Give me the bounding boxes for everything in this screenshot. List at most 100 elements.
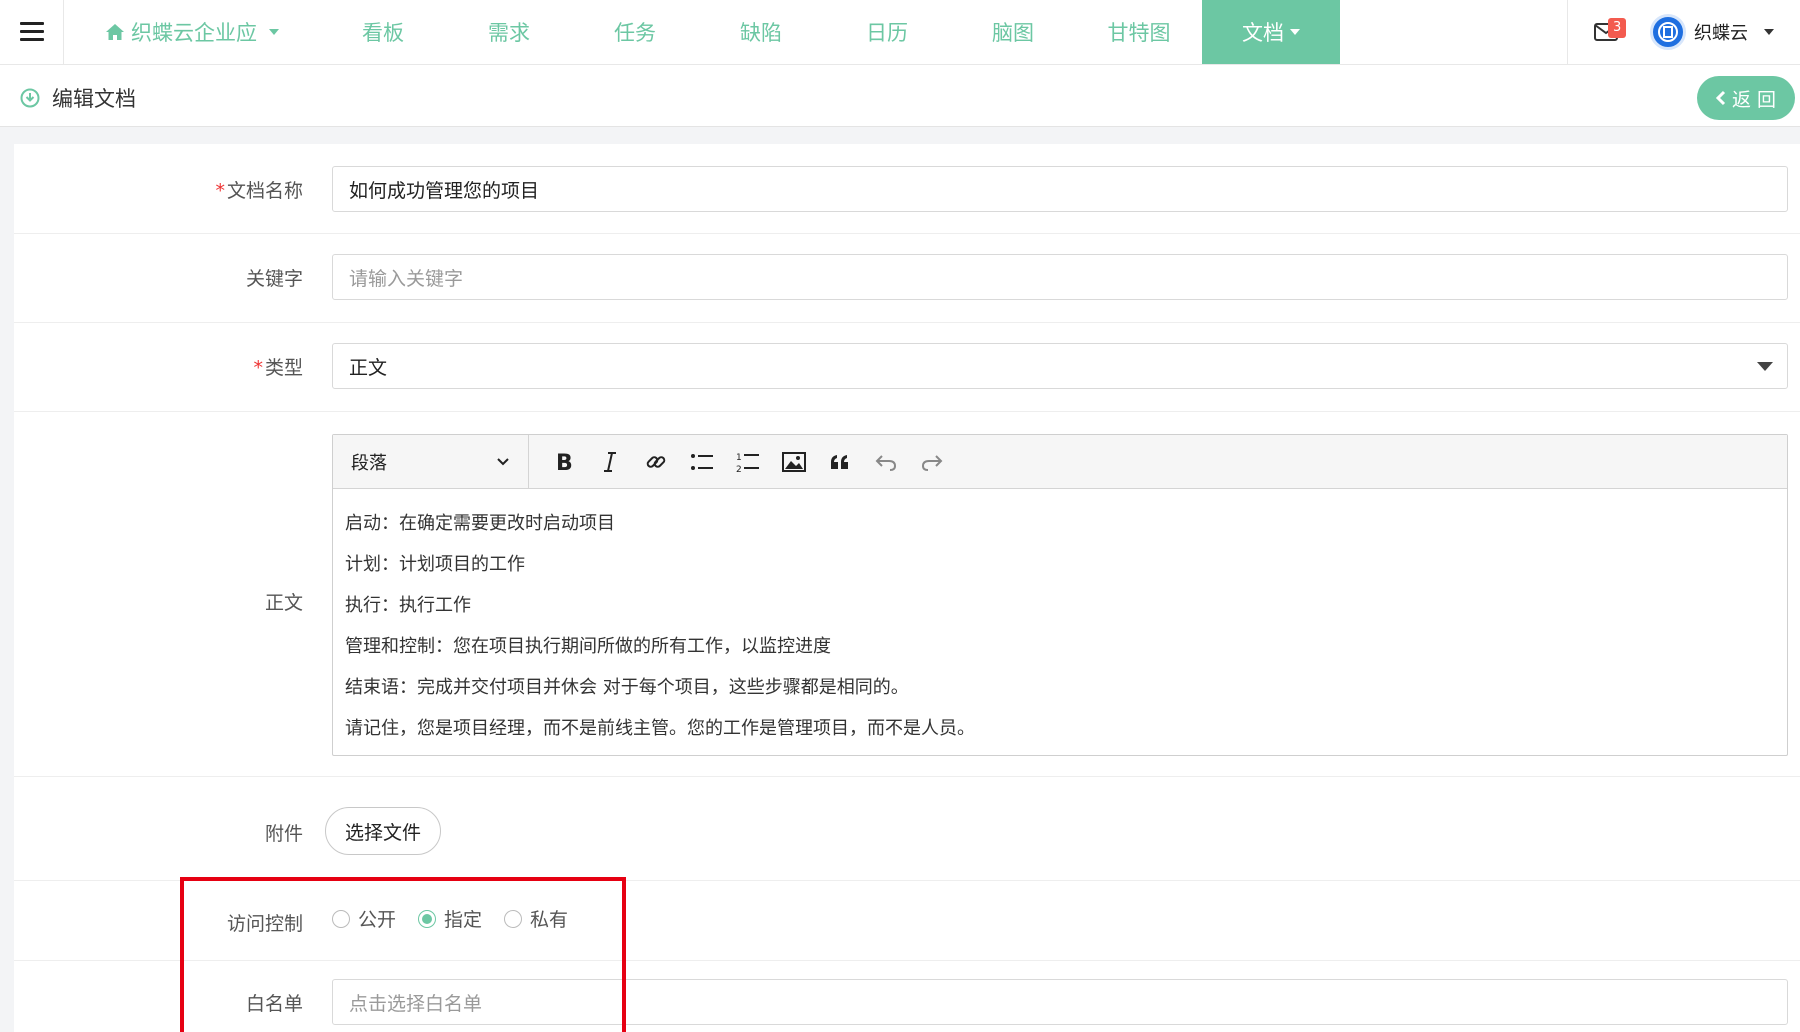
body-label: 正文 <box>264 592 303 614</box>
editor-paragraph: 请记住，您是项目经理，而不是前线主管。您的工作是管理项目，而不是人员。 <box>345 718 975 739</box>
editor-paragraph: 执行：执行工作 <box>345 595 471 616</box>
nav-item-requirements[interactable]: 需求 <box>446 0 572 64</box>
whitelist-label: 白名单 <box>245 993 303 1015</box>
hamburger-icon <box>19 22 44 42</box>
name-label: * 文档名称 <box>215 176 303 203</box>
nav-item-kanban[interactable]: 看板 <box>320 0 446 64</box>
paragraph-format-value: 段落 <box>351 452 387 474</box>
chevron-left-icon <box>1715 90 1726 106</box>
image-icon <box>782 451 806 472</box>
access-option-specified[interactable]: 指定 <box>418 905 482 932</box>
messages-button[interactable]: 3 <box>1586 12 1627 52</box>
radio-button-selected[interactable] <box>418 909 437 928</box>
form-row-access: 访问控制 公开 指定 私有 <box>14 881 1800 961</box>
page-title-text: 编辑文档 <box>52 87 136 111</box>
editor-content[interactable]: 启动：在确定需要更改时启动项目 计划：计划项目的工作 执行：执行工作 管理和控制… <box>333 489 1787 763</box>
form-row-keywords: 关键字 请输入关键字 <box>14 234 1800 323</box>
whitelist-input[interactable]: 点击选择白名单 <box>332 979 1788 1025</box>
name-label-text: 文档名称 <box>226 180 303 202</box>
bold-button[interactable]: B <box>541 442 587 482</box>
main-nav: 织蝶云企业应 看板 需求 任务 缺陷 日历 脑图 甘特图 文档 <box>64 0 1340 64</box>
chevron-down-icon <box>1764 29 1774 35</box>
nav-item-tasks[interactable]: 任务 <box>572 0 698 64</box>
quote-icon <box>831 454 848 469</box>
brand-label: 织蝶云企业应 <box>131 21 257 45</box>
nav-right: 3 织蝶云 <box>1567 0 1800 64</box>
page-header: 编辑文档 返 回 <box>0 65 1800 127</box>
rich-text-editor: 段落 B 12 启动：在确定需要更改时启动项目 计划：计划项目的工作 执行：执行… <box>332 434 1788 756</box>
access-radio-group: 公开 指定 私有 <box>332 905 568 932</box>
form-row-type: * 类型 正文 <box>14 323 1800 412</box>
type-select-value: 正文 <box>349 356 388 379</box>
nav-item-defects[interactable]: 缺陷 <box>698 0 824 64</box>
edit-document-form: * 文档名称 如何成功管理您的项目 关键字 请输入关键字 * 类型 正文 正文 段落… <box>14 144 1800 1032</box>
editor-paragraph: 管理和控制：您在项目执行期间所做的所有工作，以监控进度 <box>345 636 831 657</box>
access-option-label: 私有 <box>530 909 569 931</box>
radio-button[interactable] <box>332 909 350 928</box>
nav-item-documents[interactable]: 文档 <box>1202 0 1340 64</box>
nav-item-gantt[interactable]: 甘特图 <box>1076 0 1202 64</box>
keywords-input[interactable]: 请输入关键字 <box>332 254 1788 300</box>
access-option-label: 指定 <box>444 909 483 931</box>
numbered-list-button[interactable]: 12 <box>725 442 771 482</box>
numbered-list-icon: 12 <box>736 453 759 473</box>
home-icon <box>106 24 124 40</box>
chevron-down-icon <box>269 29 279 35</box>
back-button[interactable]: 返 回 <box>1697 76 1795 120</box>
link-button[interactable] <box>633 442 679 482</box>
form-row-whitelist: 白名单 点击选择白名单 <box>14 961 1800 1032</box>
download-circle-icon <box>20 88 40 108</box>
redo-icon <box>921 454 943 471</box>
form-row-attachment: 附件 选择文件 <box>14 777 1800 881</box>
keywords-label: 关键字 <box>245 268 303 290</box>
nav-item-mindmap[interactable]: 脑图 <box>950 0 1076 64</box>
bulleted-list-button[interactable] <box>679 442 725 482</box>
svg-text:2: 2 <box>736 465 742 473</box>
radio-button[interactable] <box>504 909 523 928</box>
redo-button[interactable] <box>909 442 955 482</box>
bold-icon: B <box>556 451 573 473</box>
editor-paragraph: 启动：在确定需要更改时启动项目 <box>345 513 615 534</box>
undo-button[interactable] <box>863 442 909 482</box>
nav-documents-label: 文档 <box>1242 21 1284 45</box>
required-mark: * <box>215 180 225 202</box>
user-menu[interactable]: 织蝶云 <box>1650 14 1774 50</box>
type-select[interactable]: 正文 <box>332 343 1788 389</box>
document-name-input[interactable]: 如何成功管理您的项目 <box>332 166 1788 212</box>
choose-file-button[interactable]: 选择文件 <box>325 807 441 855</box>
editor-toolbar: 段落 B 12 <box>333 434 1787 489</box>
italic-icon <box>604 451 616 472</box>
access-option-public[interactable]: 公开 <box>332 905 396 932</box>
page-title: 编辑文档 <box>20 83 136 113</box>
access-label: 访问控制 <box>226 913 303 935</box>
form-row-name: * 文档名称 如何成功管理您的项目 <box>14 144 1800 234</box>
undo-icon <box>875 454 897 471</box>
user-name: 织蝶云 <box>1694 23 1748 44</box>
link-icon <box>646 455 666 468</box>
italic-button[interactable] <box>587 442 633 482</box>
paragraph-format-select[interactable]: 段落 <box>333 434 529 489</box>
editor-tools: B 12 <box>529 442 955 482</box>
required-mark: * <box>253 357 263 379</box>
dropdown-arrow-icon <box>1757 362 1773 371</box>
blockquote-button[interactable] <box>817 442 863 482</box>
chevron-down-icon <box>497 457 509 465</box>
menu-toggle-button[interactable] <box>0 0 64 64</box>
nav-item-calendar[interactable]: 日历 <box>824 0 950 64</box>
chevron-down-icon <box>1290 29 1300 35</box>
access-option-private[interactable]: 私有 <box>504 905 568 932</box>
nav-brand-menu[interactable]: 织蝶云企业应 <box>64 0 320 64</box>
attachment-label: 附件 <box>264 823 303 845</box>
access-option-label: 公开 <box>358 909 397 931</box>
svg-text:B: B <box>556 451 573 473</box>
back-button-label: 返 回 <box>1731 88 1777 111</box>
editor-paragraph: 结束语：完成并交付项目并休会 对于每个项目，这些步骤都是相同的。 <box>345 677 909 698</box>
svg-text:1: 1 <box>736 453 742 463</box>
type-label-text: 类型 <box>264 357 303 379</box>
top-navbar: 织蝶云企业应 看板 需求 任务 缺陷 日历 脑图 甘特图 文档 3 织蝶云 <box>0 0 1800 65</box>
editor-paragraph: 计划：计划项目的工作 <box>345 554 525 575</box>
insert-image-button[interactable] <box>771 442 817 482</box>
logo-icon <box>1658 22 1678 42</box>
type-label: * 类型 <box>253 353 303 380</box>
avatar <box>1650 14 1686 50</box>
